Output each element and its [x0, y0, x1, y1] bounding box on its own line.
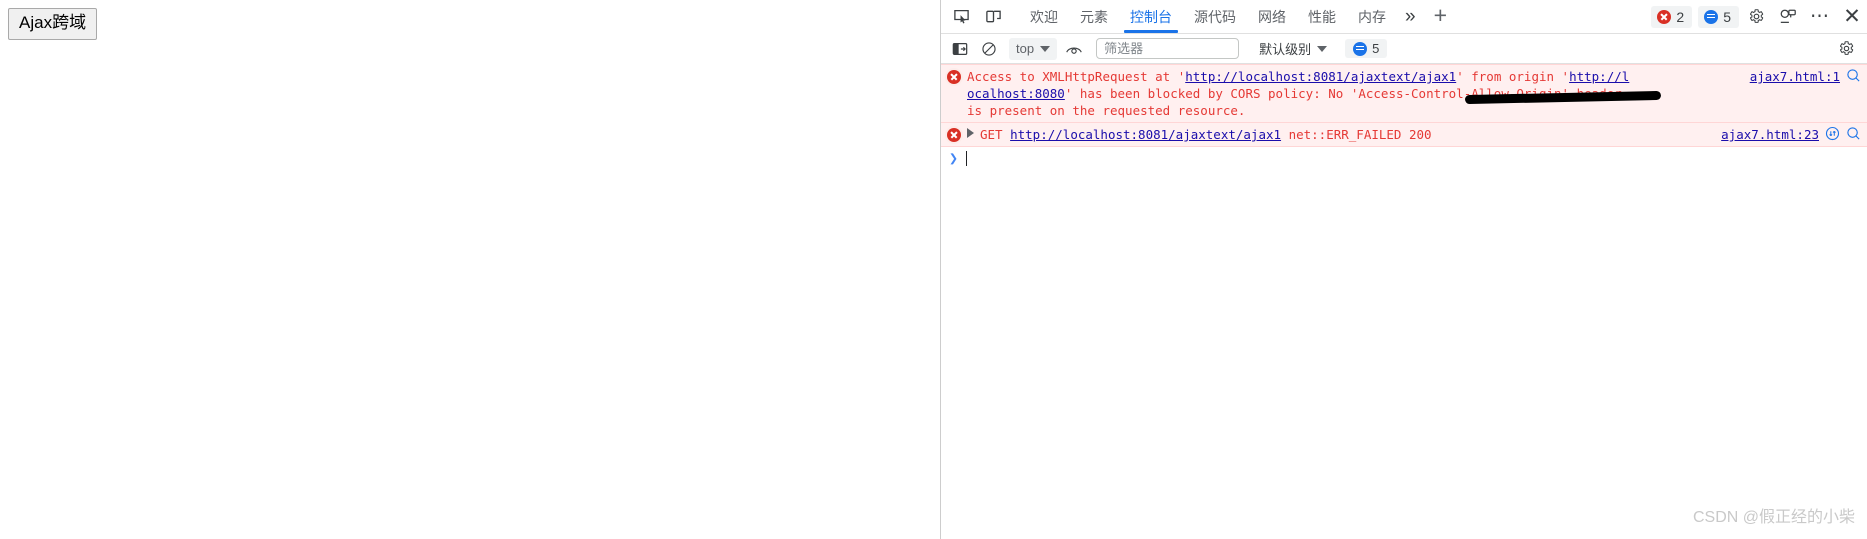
tab-welcome[interactable]: 欢迎 — [1019, 0, 1069, 33]
log-level-select[interactable]: 默认级别 — [1253, 38, 1333, 60]
tab-memory[interactable]: 内存 — [1347, 0, 1397, 33]
text-cursor — [966, 150, 968, 166]
console-message-text: Access to XMLHttpRequest at 'http://loca… — [967, 68, 1750, 119]
source-link[interactable]: ajax7.html:23 — [1721, 126, 1819, 143]
message-icon — [1704, 9, 1719, 24]
msg-seg-4: ' — [1561, 69, 1570, 84]
console-settings-gear-icon[interactable] — [1833, 37, 1859, 61]
settings-gear-icon[interactable] — [1741, 4, 1771, 30]
console-message-list: Access to XMLHttpRequest at 'http://loca… — [941, 64, 1867, 169]
tab-sources[interactable]: 源代码 — [1183, 0, 1247, 33]
ajax-cross-origin-button[interactable]: Ajax跨域 — [8, 8, 98, 40]
add-tab-icon[interactable]: + — [1424, 3, 1457, 30]
watermark: CSDN @假正经的小柴 — [1692, 509, 1855, 526]
issues-badge[interactable]: 5 — [1345, 39, 1388, 58]
message-icon — [1353, 41, 1368, 56]
devtools-customize-icon[interactable] — [1773, 4, 1803, 30]
info-count-label: 5 — [1723, 8, 1731, 25]
request-status: net::ERR_FAILED 200 — [1288, 127, 1432, 142]
error-count-badge[interactable]: 2 — [1651, 5, 1693, 28]
console-toolbar: top 默认级别 5 — [941, 34, 1867, 64]
msg-line2-rest: ' has been blocked by CORS policy: No 'A… — [1064, 86, 1622, 101]
space-sep — [1003, 127, 1011, 142]
console-message-text: GET http://localhost:8081/ajaxtext/ajax1… — [967, 126, 1721, 143]
more-tabs-icon[interactable]: » — [1397, 7, 1424, 26]
execution-context-value: top — [1016, 41, 1035, 56]
close-icon[interactable]: ✕ — [1837, 4, 1867, 30]
console-sidebar-icon[interactable] — [947, 37, 973, 61]
issues-count-label: 5 — [1372, 41, 1380, 56]
msg-seg-3: ' from origin — [1456, 69, 1562, 84]
tab-network[interactable]: 网络 — [1247, 0, 1297, 33]
origin-url-link-part1[interactable]: http://l — [1569, 69, 1629, 84]
request-method: GET — [980, 127, 1003, 142]
chevron-down-icon — [1040, 45, 1051, 52]
msg-seg-0: Access to XMLHttpRequest at — [967, 69, 1178, 84]
tab-console[interactable]: 控制台 — [1119, 0, 1183, 33]
tab-memory-label: 内存 — [1358, 8, 1386, 25]
devtools-panel: 欢迎 元素 控制台 源代码 网络 性能 内存 » + 2 5 ⋯ ✕ top 筛… — [940, 0, 1867, 539]
request-url-link[interactable]: http://localhost:8081/ajaxtext/ajax1 — [1010, 127, 1281, 142]
source-link[interactable]: ajax7.html:1 — [1750, 68, 1840, 85]
network-request-icon[interactable] — [1825, 126, 1840, 141]
devtools-tabbar: 欢迎 元素 控制台 源代码 网络 性能 内存 » + 2 5 ⋯ ✕ — [941, 0, 1867, 34]
tab-console-label: 控制台 — [1130, 8, 1172, 25]
tab-elements[interactable]: 元素 — [1069, 0, 1119, 33]
search-icon[interactable] — [1846, 68, 1861, 83]
inspect-element-icon[interactable] — [947, 4, 975, 30]
error-icon — [941, 68, 967, 119]
origin-url-link-part2[interactable]: ocalhost:8080 — [967, 86, 1065, 101]
tab-network-label: 网络 — [1258, 8, 1286, 25]
tab-performance[interactable]: 性能 — [1297, 0, 1347, 33]
execution-context-select[interactable]: top — [1009, 37, 1058, 60]
console-message-source: ajax7.html:23 — [1721, 126, 1867, 143]
prompt-caret-icon: ❯ — [949, 149, 959, 167]
chevron-down-icon — [1317, 45, 1328, 52]
error-icon — [941, 126, 967, 143]
tab-welcome-label: 欢迎 — [1030, 8, 1058, 25]
filter-input[interactable] — [1096, 38, 1240, 59]
console-message-source: ajax7.html:1 — [1750, 68, 1867, 119]
log-level-value: 默认级别 — [1259, 42, 1312, 57]
device-toolbar-icon[interactable] — [979, 4, 1007, 30]
console-prompt[interactable]: ❯ — [941, 147, 1867, 169]
msg-line3: is present on the requested resource. — [967, 103, 1246, 118]
console-message-get-failed[interactable]: GET http://localhost:8081/ajaxtext/ajax1… — [941, 123, 1867, 147]
tab-sources-label: 源代码 — [1194, 8, 1236, 25]
request-url-link[interactable]: http://localhost:8081/ajaxtext/ajax1 — [1185, 69, 1456, 84]
search-icon[interactable] — [1846, 126, 1861, 141]
live-expression-icon[interactable] — [1061, 37, 1087, 61]
tab-elements-label: 元素 — [1080, 8, 1108, 25]
error-icon — [1657, 9, 1672, 24]
clear-console-icon[interactable] — [976, 37, 1002, 61]
webpage-viewport: Ajax跨域 — [0, 0, 940, 539]
more-options-icon[interactable]: ⋯ — [1805, 4, 1835, 30]
tab-performance-label: 性能 — [1308, 8, 1336, 25]
info-count-badge[interactable]: 5 — [1698, 5, 1739, 28]
console-message-cors-error[interactable]: Access to XMLHttpRequest at 'http://loca… — [941, 64, 1867, 123]
expand-arrow-icon[interactable] — [967, 128, 974, 138]
error-count-label: 2 — [1676, 8, 1685, 25]
space-sep2 — [1281, 127, 1289, 142]
